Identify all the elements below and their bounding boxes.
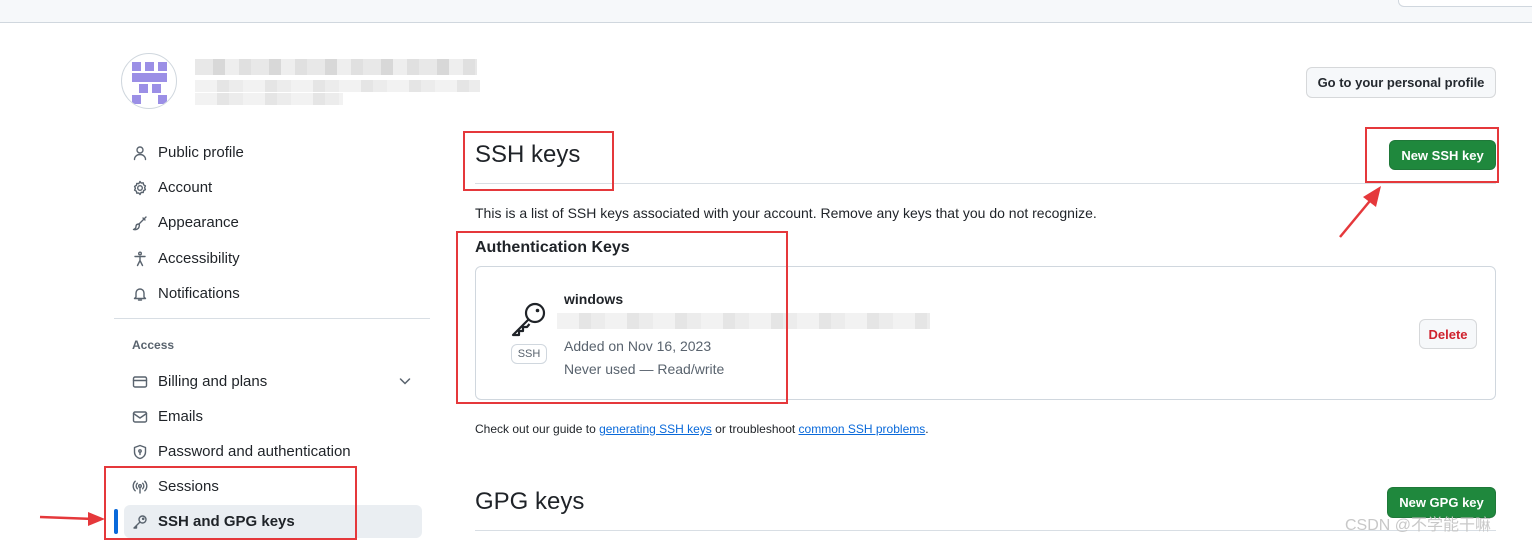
sidebar-item-password-authentication[interactable]: Password and authentication	[124, 435, 422, 468]
annotation-sidebar-box	[104, 466, 357, 540]
sidebar-item-label: Billing and plans	[158, 373, 268, 390]
gpg-section-divider	[475, 530, 1496, 531]
delete-ssh-key-button[interactable]: Delete	[1419, 319, 1477, 349]
annotation-arrow-sidebar	[39, 512, 105, 526]
sidebar-item-public-profile[interactable]: Public profile	[124, 136, 422, 169]
redacted-username	[195, 59, 477, 75]
watermark: CSDN @不学能干嘛	[1345, 517, 1492, 534]
annotation-ssh-title-box	[463, 131, 614, 191]
sidebar-divider	[114, 318, 430, 319]
top-bar	[0, 0, 1532, 23]
gpg-keys-title: GPG keys	[475, 488, 585, 515]
accessibility-icon	[132, 251, 148, 267]
sidebar-item-label: Notifications	[158, 285, 240, 302]
generating-ssh-keys-link[interactable]: generating SSH keys	[599, 422, 712, 436]
avatar[interactable]	[121, 53, 177, 109]
annotation-new-ssh-key-box	[1365, 127, 1499, 183]
mail-icon	[132, 409, 148, 425]
common-ssh-problems-link[interactable]: common SSH problems	[799, 422, 926, 436]
paintbrush-icon	[132, 215, 148, 231]
credit-card-icon	[132, 374, 148, 390]
ssh-section-divider	[475, 183, 1496, 184]
top-bar-button[interactable]	[1398, 0, 1532, 7]
chevron-down-icon[interactable]	[397, 373, 413, 389]
sidebar-item-label: Emails	[158, 408, 204, 425]
shield-lock-icon	[132, 444, 148, 460]
sidebar-item-appearance[interactable]: Appearance	[124, 206, 422, 239]
sidebar-item-accessibility[interactable]: Accessibility	[124, 242, 422, 275]
sidebar-item-label: Accessibility	[158, 250, 240, 267]
redacted-account-name	[195, 80, 480, 92]
ssh-help-text: Check out our guide to generating SSH ke…	[475, 422, 929, 436]
sidebar-item-account[interactable]: Account	[124, 171, 422, 204]
identicon-icon	[132, 62, 167, 104]
sidebar-item-label: Account	[158, 179, 213, 196]
go-to-personal-profile-button[interactable]: Go to your personal profile	[1306, 67, 1496, 98]
sidebar-section-access: Access	[132, 338, 175, 352]
bell-icon	[132, 286, 148, 302]
sidebar-item-label: Appearance	[158, 214, 239, 231]
sidebar-item-emails[interactable]: Emails	[124, 400, 422, 433]
person-icon	[132, 145, 148, 161]
sidebar-item-billing[interactable]: Billing and plans	[124, 365, 422, 398]
annotation-auth-keys-box	[456, 231, 788, 404]
gear-icon	[132, 180, 148, 196]
sidebar-item-label: Public profile	[158, 144, 244, 161]
annotation-arrow-new-ssh	[1339, 186, 1381, 238]
sidebar-item-notifications[interactable]: Notifications	[124, 277, 422, 310]
sidebar-item-label: Password and authentication	[158, 443, 351, 460]
ssh-description: This is a list of SSH keys associated wi…	[475, 205, 1097, 221]
redacted-account-subtext	[195, 93, 343, 105]
